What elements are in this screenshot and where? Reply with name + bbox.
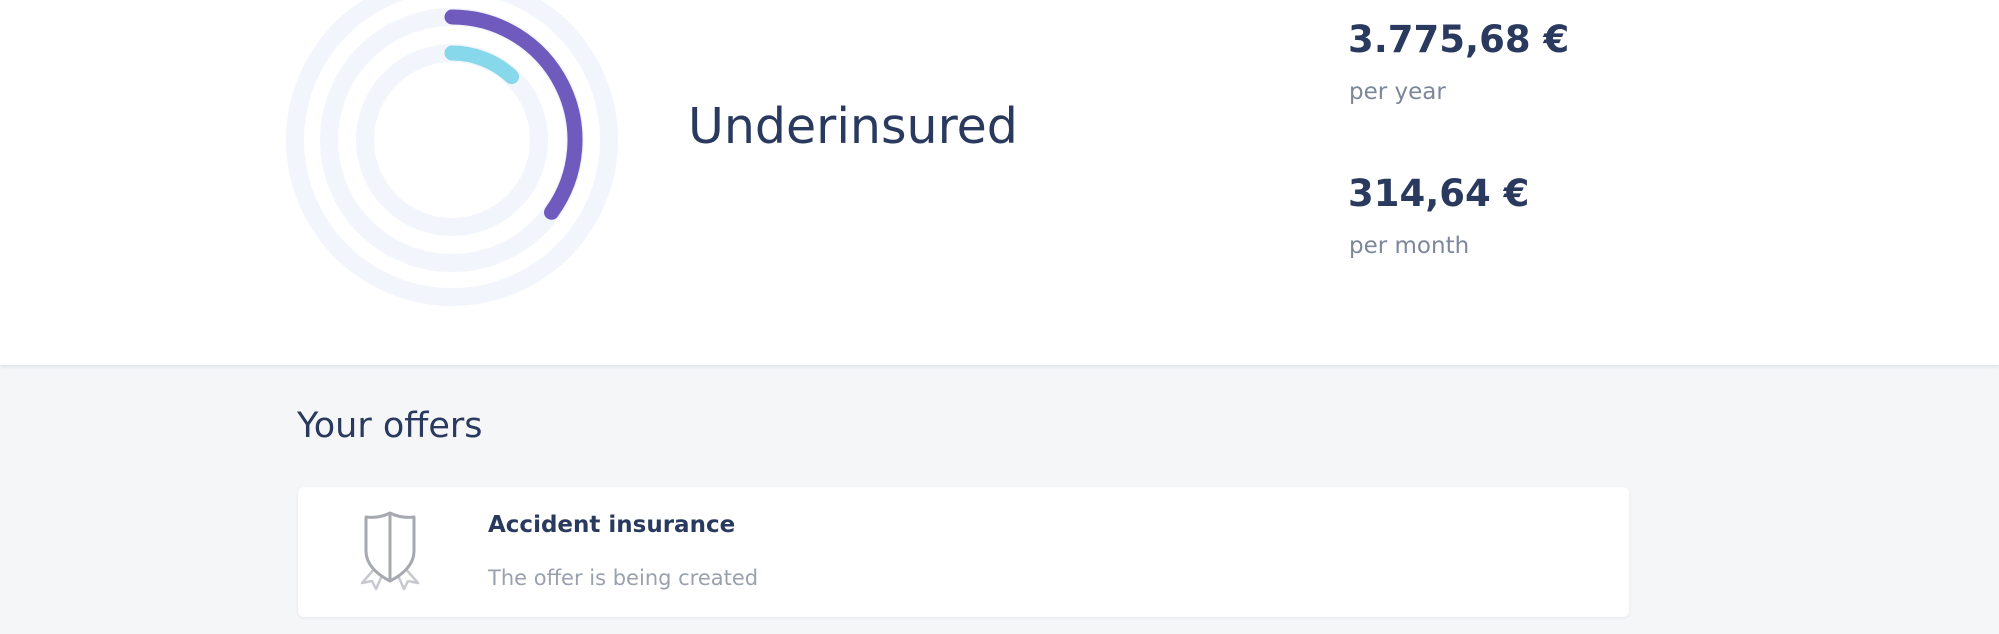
- monthly-price-unit: per month: [1349, 233, 1470, 259]
- coverage-status: Underinsured: [688, 98, 1018, 155]
- coverage-summary-panel: Underinsured 3.775,68 € per year 314,64 …: [0, 0, 1999, 365]
- offer-card-accident-insurance[interactable]: Accident insurance The offer is being cr…: [298, 487, 1629, 617]
- offer-name: Accident insurance: [488, 512, 736, 538]
- yearly-price: 3.775,68 €: [1348, 18, 1570, 61]
- coverage-gauge: [286, 0, 618, 306]
- gauge-inner-arc: [444, 45, 520, 85]
- monthly-price: 314,64 €: [1348, 172, 1530, 215]
- offer-status: The offer is being created: [488, 566, 759, 590]
- gauge-tracks: [286, 0, 618, 306]
- yearly-price-unit: per year: [1349, 79, 1446, 105]
- offers-heading: Your offers: [297, 406, 483, 446]
- shield-award-icon: [360, 511, 420, 591]
